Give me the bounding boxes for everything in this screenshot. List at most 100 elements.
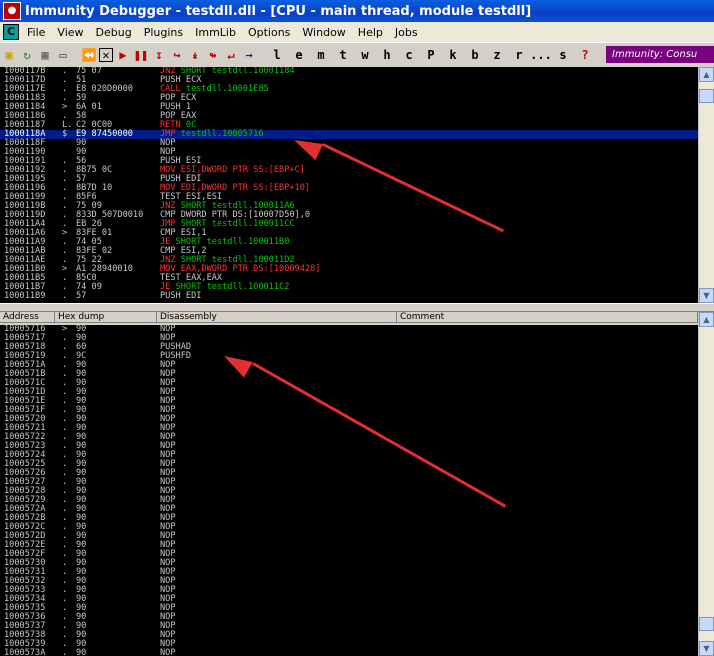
dump-row[interactable]: 10005719. 9C PUSHFD [0, 352, 698, 361]
dump-row[interactable]: 10005738. 90 NOP [0, 631, 698, 640]
dump-row[interactable]: 1000571B. 90 NOP [0, 370, 698, 379]
dump-row[interactable]: 10005736. 90 NOP [0, 613, 698, 622]
cpu-row[interactable]: 100011B7. 74 09 JE SHORT testdll.100011C2 [0, 283, 698, 292]
scroll-thumb[interactable] [699, 89, 714, 103]
toolbar-e-button[interactable]: e [289, 47, 309, 63]
toolbar-more-button[interactable]: ... [530, 47, 552, 63]
toolbar-b-button[interactable]: b [465, 47, 485, 63]
trace-into-icon[interactable]: ↡ [187, 47, 203, 63]
toolbar-m-button[interactable]: m [311, 47, 331, 63]
dump-row[interactable]: 10005718. 60 PUSHAD [0, 343, 698, 352]
scroll-up-icon[interactable]: ▲ [699, 67, 714, 82]
dump-row[interactable]: 10005728. 90 NOP [0, 487, 698, 496]
menu-help[interactable]: Help [354, 26, 391, 39]
dump-row[interactable]: 10005721. 90 NOP [0, 424, 698, 433]
toolbar-z-button[interactable]: z [487, 47, 507, 63]
dump-row[interactable]: 1000572C. 90 NOP [0, 523, 698, 532]
toolbar-t-button[interactable]: t [333, 47, 353, 63]
dump-row[interactable]: 10005732. 90 NOP [0, 577, 698, 586]
goto-icon[interactable]: → [241, 47, 257, 63]
toolbar-h-button[interactable]: h [377, 47, 397, 63]
step-into-icon[interactable]: ↧ [151, 47, 167, 63]
menu-immlib[interactable]: ImmLib [191, 26, 244, 39]
toolbar-w-button[interactable]: w [355, 47, 375, 63]
cpu-row[interactable]: 10001196. 8B7D 10 MOV EDI,DWORD PTR SS:[EB… [0, 184, 698, 193]
dump-row[interactable]: 1000571A. 90 NOP [0, 361, 698, 370]
dump-row[interactable]: 10005723. 90 NOP [0, 442, 698, 451]
col-comment[interactable]: Comment [397, 312, 698, 323]
immunity-banner[interactable]: Immunity: Consu [606, 46, 714, 63]
menu-plugins[interactable]: Plugins [140, 26, 191, 39]
menu-view[interactable]: View [53, 26, 91, 39]
toolbar-help-button[interactable]: ? [575, 47, 595, 63]
dump-row[interactable]: 1000571C. 90 NOP [0, 379, 698, 388]
dump-row[interactable]: 10005733. 90 NOP [0, 586, 698, 595]
cpu-row[interactable]: 1000118A $ E9 87450000 JMP testdll.10005716 [0, 130, 698, 139]
dump-row[interactable]: 10005716 >90 NOP [0, 325, 698, 334]
dump-row[interactable]: 1000572F. 90 NOP [0, 550, 698, 559]
cpu-scrollbar[interactable]: ▲ ▼ [698, 67, 714, 303]
cpu-row[interactable]: 10001184 >6A 01 PUSH 1 [0, 103, 698, 112]
pause-icon[interactable]: ❚❚ [133, 47, 149, 63]
col-disassembly[interactable]: Disassembly [157, 312, 397, 323]
col-hex-dump[interactable]: Hex dump [55, 312, 157, 323]
toolbar-r-button[interactable]: r [509, 47, 529, 63]
execute-till-return-icon[interactable]: ↵ [223, 47, 239, 63]
scroll-down-icon[interactable]: ▼ [699, 288, 714, 303]
dump-row[interactable]: 1000572D. 90 NOP [0, 532, 698, 541]
col-address[interactable]: Address [0, 312, 55, 323]
dump-row[interactable]: 1000571E. 90 NOP [0, 397, 698, 406]
cpu-row[interactable]: 10001192. 8B75 0C MOV ESI,DWORD PTR SS:[EB… [0, 166, 698, 175]
dump-disassembly-pane[interactable]: 10005716 >90 NOP 10005717. 90 NOP 10005718. 60 P… [0, 325, 698, 656]
dump-row[interactable]: 10005730. 90 NOP [0, 559, 698, 568]
cpu-row[interactable]: 100011AB. 83FE 02 CMP ESI,2 [0, 247, 698, 256]
restart-icon[interactable]: ↻ [19, 47, 35, 63]
dump-row[interactable]: 10005727. 90 NOP [0, 478, 698, 487]
dump-row[interactable]: 10005737. 90 NOP [0, 622, 698, 631]
menu-options[interactable]: Options [244, 26, 298, 39]
cpu-row[interactable]: 100011B0 > A1 28940010 MOV EAX,DWORD PTR DS… [0, 265, 698, 274]
step-over-icon[interactable]: ↪ [169, 47, 185, 63]
cpu-window-icon[interactable]: C [3, 24, 19, 40]
dump-row[interactable]: 1000572A. 90 NOP [0, 505, 698, 514]
menu-debug[interactable]: Debug [92, 26, 140, 39]
cpu-row[interactable]: 10001183. 59 POP ECX [0, 94, 698, 103]
dump-scrollbar[interactable]: ▲ ▼ [698, 312, 714, 656]
pane-splitter[interactable] [0, 303, 714, 312]
dump-row[interactable]: 1000571F. 90 NOP [0, 406, 698, 415]
run-icon[interactable]: ▶ [115, 47, 131, 63]
dump-row[interactable]: 1000573A. 90 NOP [0, 649, 698, 656]
cpu-row[interactable]: 100011B5. 85C0 TEST EAX,EAX [0, 274, 698, 283]
menu-jobs[interactable]: Jobs [391, 26, 426, 39]
cpu-row[interactable]: 1000117B. 75 07 JNZ SHORT testdll.10001184 [0, 67, 698, 76]
cpu-row[interactable]: 100011B9. 57 PUSH EDI [0, 292, 698, 301]
dump-row[interactable]: 10005734. 90 NOP [0, 595, 698, 604]
toolbar-c-button[interactable]: c [399, 47, 419, 63]
scroll-up-icon[interactable]: ▲ [699, 312, 714, 327]
cpu-row[interactable]: 1000118F 90 NOP [0, 139, 698, 148]
cpu-row[interactable]: 100011A6 >83FE 01 CMP ESI,1 [0, 229, 698, 238]
open-folder-icon[interactable]: ▣ [1, 47, 17, 63]
toolbar-P-button[interactable]: P [421, 47, 441, 63]
dump-row[interactable]: 1000572E. 90 NOP [0, 541, 698, 550]
cpu-row[interactable]: 10001199. 85F6 TEST ESI,ESI [0, 193, 698, 202]
cpu-row[interactable]: 1000119D. 833D 507D0010 CMP DWORD PTR DS:[… [0, 211, 698, 220]
menu-window[interactable]: Window [298, 26, 353, 39]
dump-row[interactable]: 10005739. 90 NOP [0, 640, 698, 649]
scroll-thumb[interactable] [699, 617, 714, 631]
dump-row[interactable]: 10005717. 90 NOP [0, 334, 698, 343]
toolbar-k-button[interactable]: k [443, 47, 463, 63]
immunity-app-icon[interactable]: ● [3, 2, 21, 20]
dump-row[interactable]: 10005724. 90 NOP [0, 451, 698, 460]
dump-row[interactable]: 10005735. 90 NOP [0, 604, 698, 613]
attach-icon[interactable]: ▦ [37, 47, 53, 63]
dump-row[interactable]: 10005726. 90 NOP [0, 469, 698, 478]
dump-row[interactable]: 1000572B. 90 NOP [0, 514, 698, 523]
dump-row[interactable]: 10005731. 90 NOP [0, 568, 698, 577]
dump-row[interactable]: 10005725. 90 NOP [0, 460, 698, 469]
menu-file[interactable]: File [23, 26, 53, 39]
scroll-down-icon[interactable]: ▼ [699, 641, 714, 656]
dump-row[interactable]: 10005722. 90 NOP [0, 433, 698, 442]
cpu-row[interactable]: 1000117E. E8 020D0000 CALL testdll.10001E8… [0, 85, 698, 94]
rewind-icon[interactable]: ⏪ [81, 47, 97, 63]
